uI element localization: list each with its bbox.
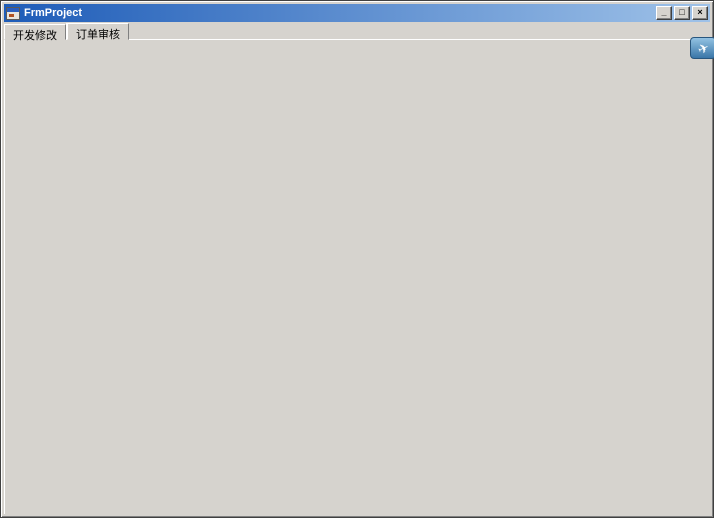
tab-page — [4, 39, 710, 514]
window-title: FrmProject — [24, 7, 656, 19]
form-icon — [6, 7, 20, 20]
close-button[interactable]: × — [692, 6, 708, 20]
tab-dev-modify[interactable]: 开发修改 — [4, 24, 66, 40]
tab-strip: 开发修改 订单审核 — [4, 23, 130, 40]
title-bar: FrmProject _ □ × — [4, 4, 710, 22]
maximize-button[interactable]: □ — [674, 6, 690, 20]
minimize-button[interactable]: _ — [656, 6, 672, 20]
tab-order-audit[interactable]: 订单审核 — [67, 23, 129, 40]
bird-icon: ✈ — [695, 40, 710, 56]
window: FrmProject _ □ × 开发修改 订单审核 ✈ 全选 审核 批量审核 … — [0, 0, 714, 518]
bird-icon-button[interactable]: ✈ — [690, 37, 714, 59]
